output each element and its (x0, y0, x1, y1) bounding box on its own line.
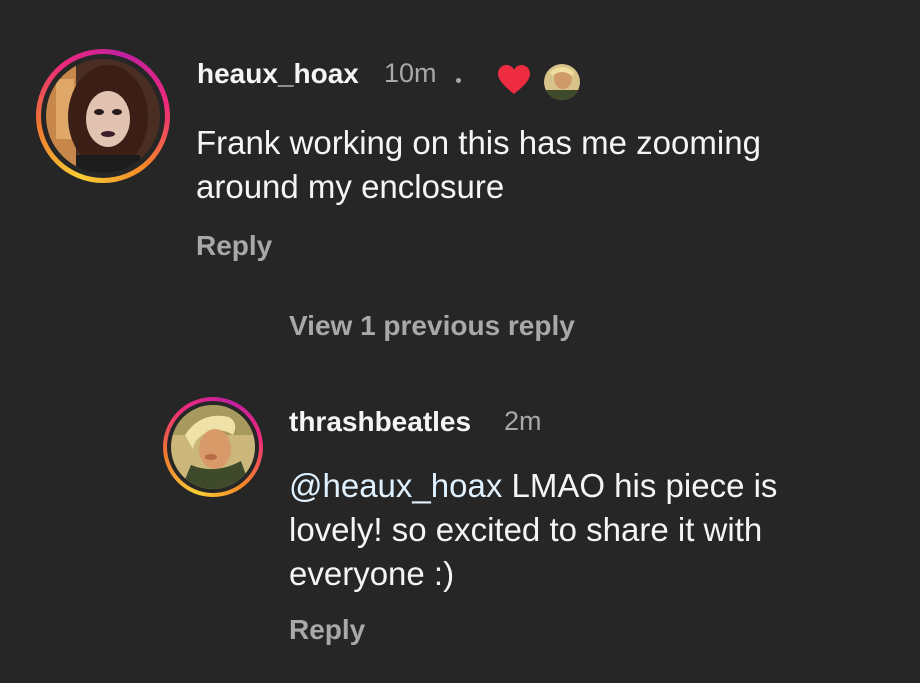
reply-text-segment: LMAO his piece is (502, 467, 778, 504)
reply-button[interactable]: Reply (196, 230, 272, 262)
reply-text-line: everyone :) (289, 555, 455, 592)
avatar[interactable] (163, 397, 263, 497)
comment-text: Frank working on this has me zooming aro… (196, 121, 876, 209)
comment-text-line: around my enclosure (196, 168, 505, 205)
reply-text: @heaux_hoax LMAO his piece is lovely! so… (289, 464, 889, 596)
reply-username[interactable]: thrashbeatles (289, 406, 471, 438)
comment-username[interactable]: heaux_hoax (197, 58, 359, 90)
reply-button[interactable]: Reply (289, 614, 365, 646)
separator-dot (456, 78, 461, 83)
avatar[interactable] (36, 49, 170, 183)
mention-link[interactable]: @heaux_hoax (289, 467, 502, 504)
comment-text-line: Frank working on this has me zooming (196, 124, 761, 161)
avatar-photo (46, 59, 160, 173)
reply-text-line: lovely! so excited to share it with (289, 511, 763, 548)
heart-icon[interactable] (498, 65, 530, 95)
view-previous-replies-button[interactable]: View 1 previous reply (289, 310, 575, 342)
avatar-photo (171, 405, 255, 489)
reply-timestamp: 2m (504, 406, 542, 436)
creator-like-avatar (544, 64, 580, 100)
comment-timestamp: 10m (384, 58, 437, 88)
